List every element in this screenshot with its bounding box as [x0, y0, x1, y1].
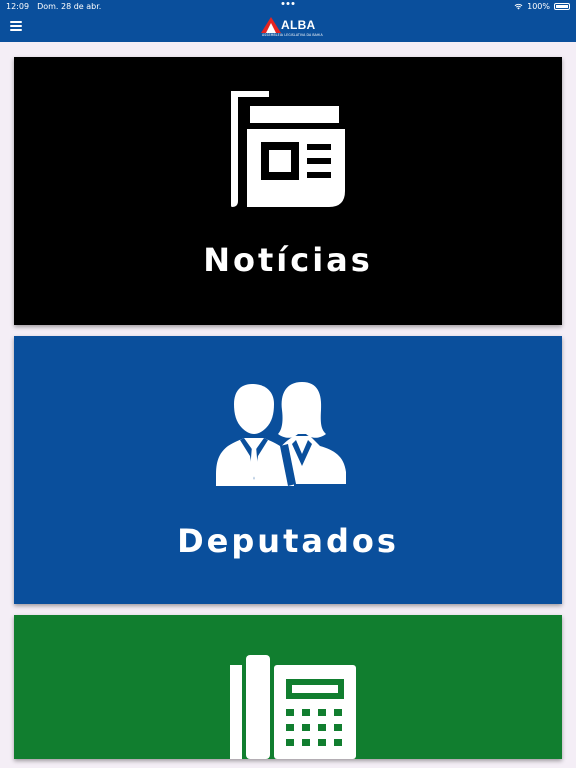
- newspaper-icon: [231, 91, 345, 207]
- multitasking-dots[interactable]: [281, 2, 295, 5]
- alba-logo-mark: [261, 17, 281, 33]
- status-date: Dom. 28 de abr.: [37, 1, 102, 11]
- hamburger-menu-icon[interactable]: [10, 21, 22, 31]
- logo-text: ALBA: [281, 18, 316, 32]
- card-label-deputados: Deputados: [177, 522, 399, 560]
- card-noticias[interactable]: Notícias: [14, 57, 562, 325]
- status-time: 12:09: [6, 1, 30, 11]
- logo-subtitle: ASSEMBLEIA LEGISLATIVA DA BAHIA: [262, 33, 323, 37]
- wifi-icon: [514, 3, 523, 9]
- alba-logo: ALBA ASSEMBLEIA LEGISLATIVA DA BAHIA: [260, 16, 323, 40]
- card-deputados[interactable]: Deputados: [14, 336, 562, 604]
- card-label-noticias: Notícias: [203, 241, 373, 279]
- card-telefones[interactable]: [14, 615, 562, 759]
- battery-icon: [554, 2, 570, 10]
- telephone-icon: [230, 655, 356, 759]
- people-icon: [216, 382, 346, 486]
- navigation-bar: ALBA ASSEMBLEIA LEGISLATIVA DA BAHIA: [0, 12, 576, 42]
- status-bar: 12:09 Dom. 28 de abr. 100%: [0, 0, 576, 12]
- battery-percentage: 100%: [527, 1, 550, 11]
